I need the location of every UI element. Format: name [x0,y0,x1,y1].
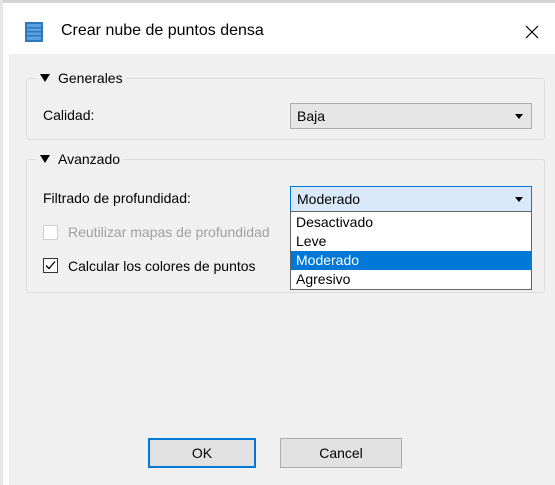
background-window-edge [0,0,555,3]
collapse-triangle-icon [40,74,50,82]
cancel-button[interactable]: Cancel [280,438,402,468]
quality-label: Calidad: [43,107,95,123]
quality-select-value: Baja [297,108,326,124]
background-window-edge-left [0,0,3,485]
chevron-down-icon [515,197,523,202]
dropdown-option-selected[interactable]: Moderado [291,251,531,270]
advanced-group-title: Avanzado [58,151,121,167]
reuse-depth-checkbox[interactable] [43,225,58,240]
point-colors-checkbox[interactable] [43,258,58,273]
depth-filter-label: Filtrado de profundidad: [43,190,191,206]
dropdown-option[interactable]: Desactivado [291,213,531,232]
checkmark-icon [45,261,56,270]
chevron-down-icon [515,114,523,119]
cancel-button-label: Cancel [319,445,363,461]
dropdown-option[interactable]: Leve [291,232,531,251]
depth-filter-select[interactable]: Moderado [290,186,532,212]
dialog-title: Crear nube de puntos densa [61,22,264,39]
ok-button[interactable]: OK [148,438,256,468]
general-group-title: Generales [58,70,123,86]
general-group-header[interactable]: Generales [36,69,126,87]
title-bar[interactable]: Crear nube de puntos densa [9,9,555,54]
collapse-triangle-icon [40,155,50,163]
dropdown-option[interactable]: Agresivo [291,270,531,289]
quality-select[interactable]: Baja [290,103,532,129]
advanced-group-header[interactable]: Avanzado [36,150,124,168]
ok-button-label: OK [191,445,213,461]
reuse-depth-label: Reutilizar mapas de profundidad [68,224,270,240]
close-button[interactable] [517,19,547,45]
depth-filter-select-value: Moderado [297,191,361,207]
close-icon [525,25,539,39]
depth-filter-dropdown: Desactivado Leve Moderado Agresivo [290,211,532,290]
point-colors-label: Calcular los colores de puntos [68,258,256,274]
film-strip-icon [25,22,43,42]
